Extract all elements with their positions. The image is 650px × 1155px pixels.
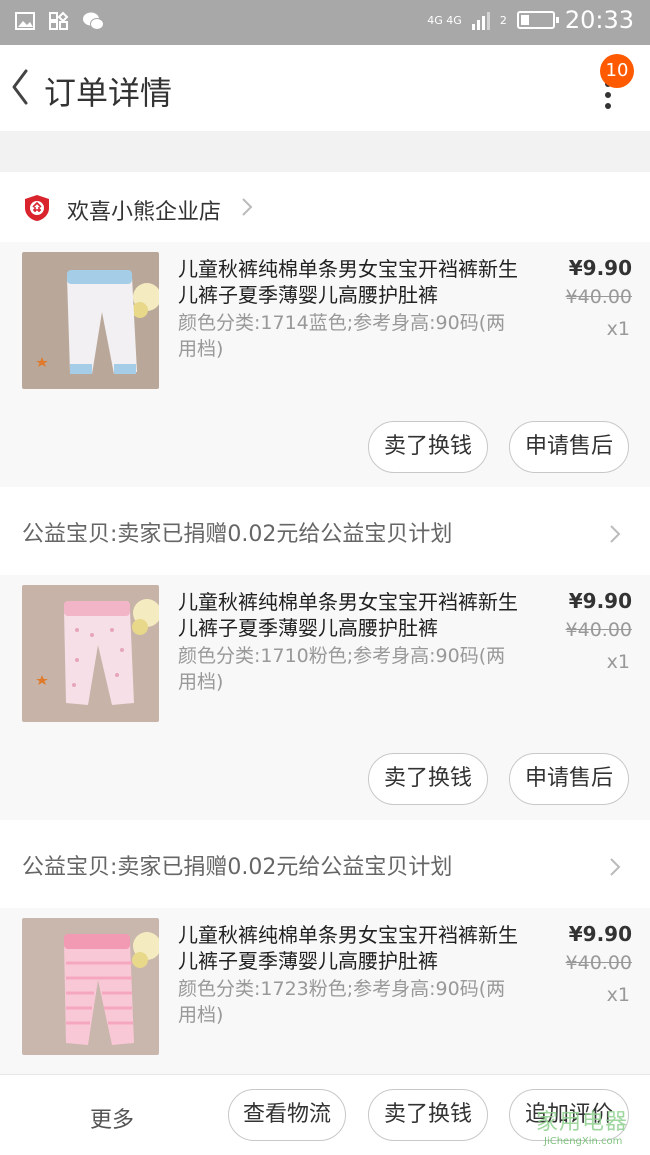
product-thumbnail[interactable] xyxy=(22,918,159,1055)
order-item[interactable]: 儿童秋裤纯棉单条男女宝宝开裆裤新生儿裤子夏季薄婴儿高腰护肚裤 颜色分类:1710… xyxy=(0,575,650,820)
signal-icon xyxy=(471,10,490,30)
after-sale-button[interactable]: 申请售后 xyxy=(509,753,629,805)
product-sku: 颜色分类:1723粉色;参考身高:90码(两用档) xyxy=(178,978,506,1026)
sell-button[interactable]: 卖了换钱 xyxy=(368,753,488,805)
status-bar: 4G 4G 2 20:33 xyxy=(0,0,650,45)
sell-button[interactable]: 卖了换钱 xyxy=(368,1089,488,1141)
gallery-icon xyxy=(15,12,35,30)
product-price: ¥9.90 xyxy=(568,922,632,946)
chevron-right-icon xyxy=(242,198,253,216)
wechat-icon xyxy=(83,12,104,30)
product-sku: 颜色分类:1710粉色;参考身高:90码(两用档) xyxy=(178,645,506,693)
chevron-right-icon xyxy=(610,858,621,876)
status-icons-left xyxy=(14,10,104,32)
status-icons-right: 4G 4G 2 20:33 xyxy=(427,6,634,34)
charity-text: 公益宝贝:卖家已捐赠0.02元给公益宝贝计划 xyxy=(22,855,453,880)
product-thumbnail[interactable] xyxy=(22,585,159,722)
product-title[interactable]: 儿童秋裤纯棉单条男女宝宝开裆裤新生儿裤子夏季薄婴儿高腰护肚裤 xyxy=(178,589,518,641)
product-price: ¥9.90 xyxy=(568,256,632,280)
enterprise-shop-icon xyxy=(25,195,49,221)
battery-icon xyxy=(516,11,559,29)
charity-row[interactable]: 公益宝贝:卖家已捐赠0.02元给公益宝贝计划 xyxy=(0,820,650,908)
sell-button[interactable]: 卖了换钱 xyxy=(368,421,488,473)
sim-slot: 2 xyxy=(499,13,507,27)
shop-row[interactable]: 欢喜小熊企业店 xyxy=(0,172,650,242)
product-quantity: x1 xyxy=(606,318,630,340)
clock: 20:33 xyxy=(564,6,634,34)
chevron-right-icon xyxy=(610,525,621,543)
product-price: ¥9.90 xyxy=(568,589,632,613)
page-title: 订单详情 xyxy=(44,74,173,112)
notification-badge: 10 xyxy=(600,54,634,88)
product-sku: 颜色分类:1714蓝色;参考身高:90码(两用档) xyxy=(178,312,506,360)
product-original-price: ¥40.00 xyxy=(565,619,632,641)
order-item[interactable]: 儿童秋裤纯棉单条男女宝宝开裆裤新生儿裤子夏季薄婴儿高腰护肚裤 颜色分类:1714… xyxy=(0,242,650,487)
back-icon[interactable] xyxy=(8,67,32,107)
shop-name: 欢喜小熊企业店 xyxy=(67,200,222,225)
watermark-logo-text: 家用电器 xyxy=(536,1110,629,1135)
product-quantity: x1 xyxy=(606,651,630,673)
apps-icon xyxy=(49,11,69,30)
product-quantity: x1 xyxy=(606,984,630,1006)
product-title[interactable]: 儿童秋裤纯棉单条男女宝宝开裆裤新生儿裤子夏季薄婴儿高腰护肚裤 xyxy=(178,922,518,974)
product-thumbnail[interactable] xyxy=(22,252,159,389)
site-watermark: 家用电器 JiChengXin.com xyxy=(530,1102,650,1155)
more-actions-link[interactable]: 更多 xyxy=(90,1102,134,1134)
product-original-price: ¥40.00 xyxy=(565,952,632,974)
view-logistics-button[interactable]: 查看物流 xyxy=(228,1089,346,1141)
after-sale-button[interactable]: 申请售后 xyxy=(509,421,629,473)
charity-row[interactable]: 公益宝贝:卖家已捐赠0.02元给公益宝贝计划 xyxy=(0,487,650,575)
product-title[interactable]: 儿童秋裤纯棉单条男女宝宝开裆裤新生儿裤子夏季薄婴儿高腰护肚裤 xyxy=(178,256,518,308)
network-type: 4G 4G xyxy=(427,13,462,27)
watermark-url: JiChengXin.com xyxy=(544,1136,623,1147)
app-header: 订单详情 10 xyxy=(0,45,650,131)
product-original-price: ¥40.00 xyxy=(565,286,632,308)
charity-text: 公益宝贝:卖家已捐赠0.02元给公益宝贝计划 xyxy=(22,522,453,547)
